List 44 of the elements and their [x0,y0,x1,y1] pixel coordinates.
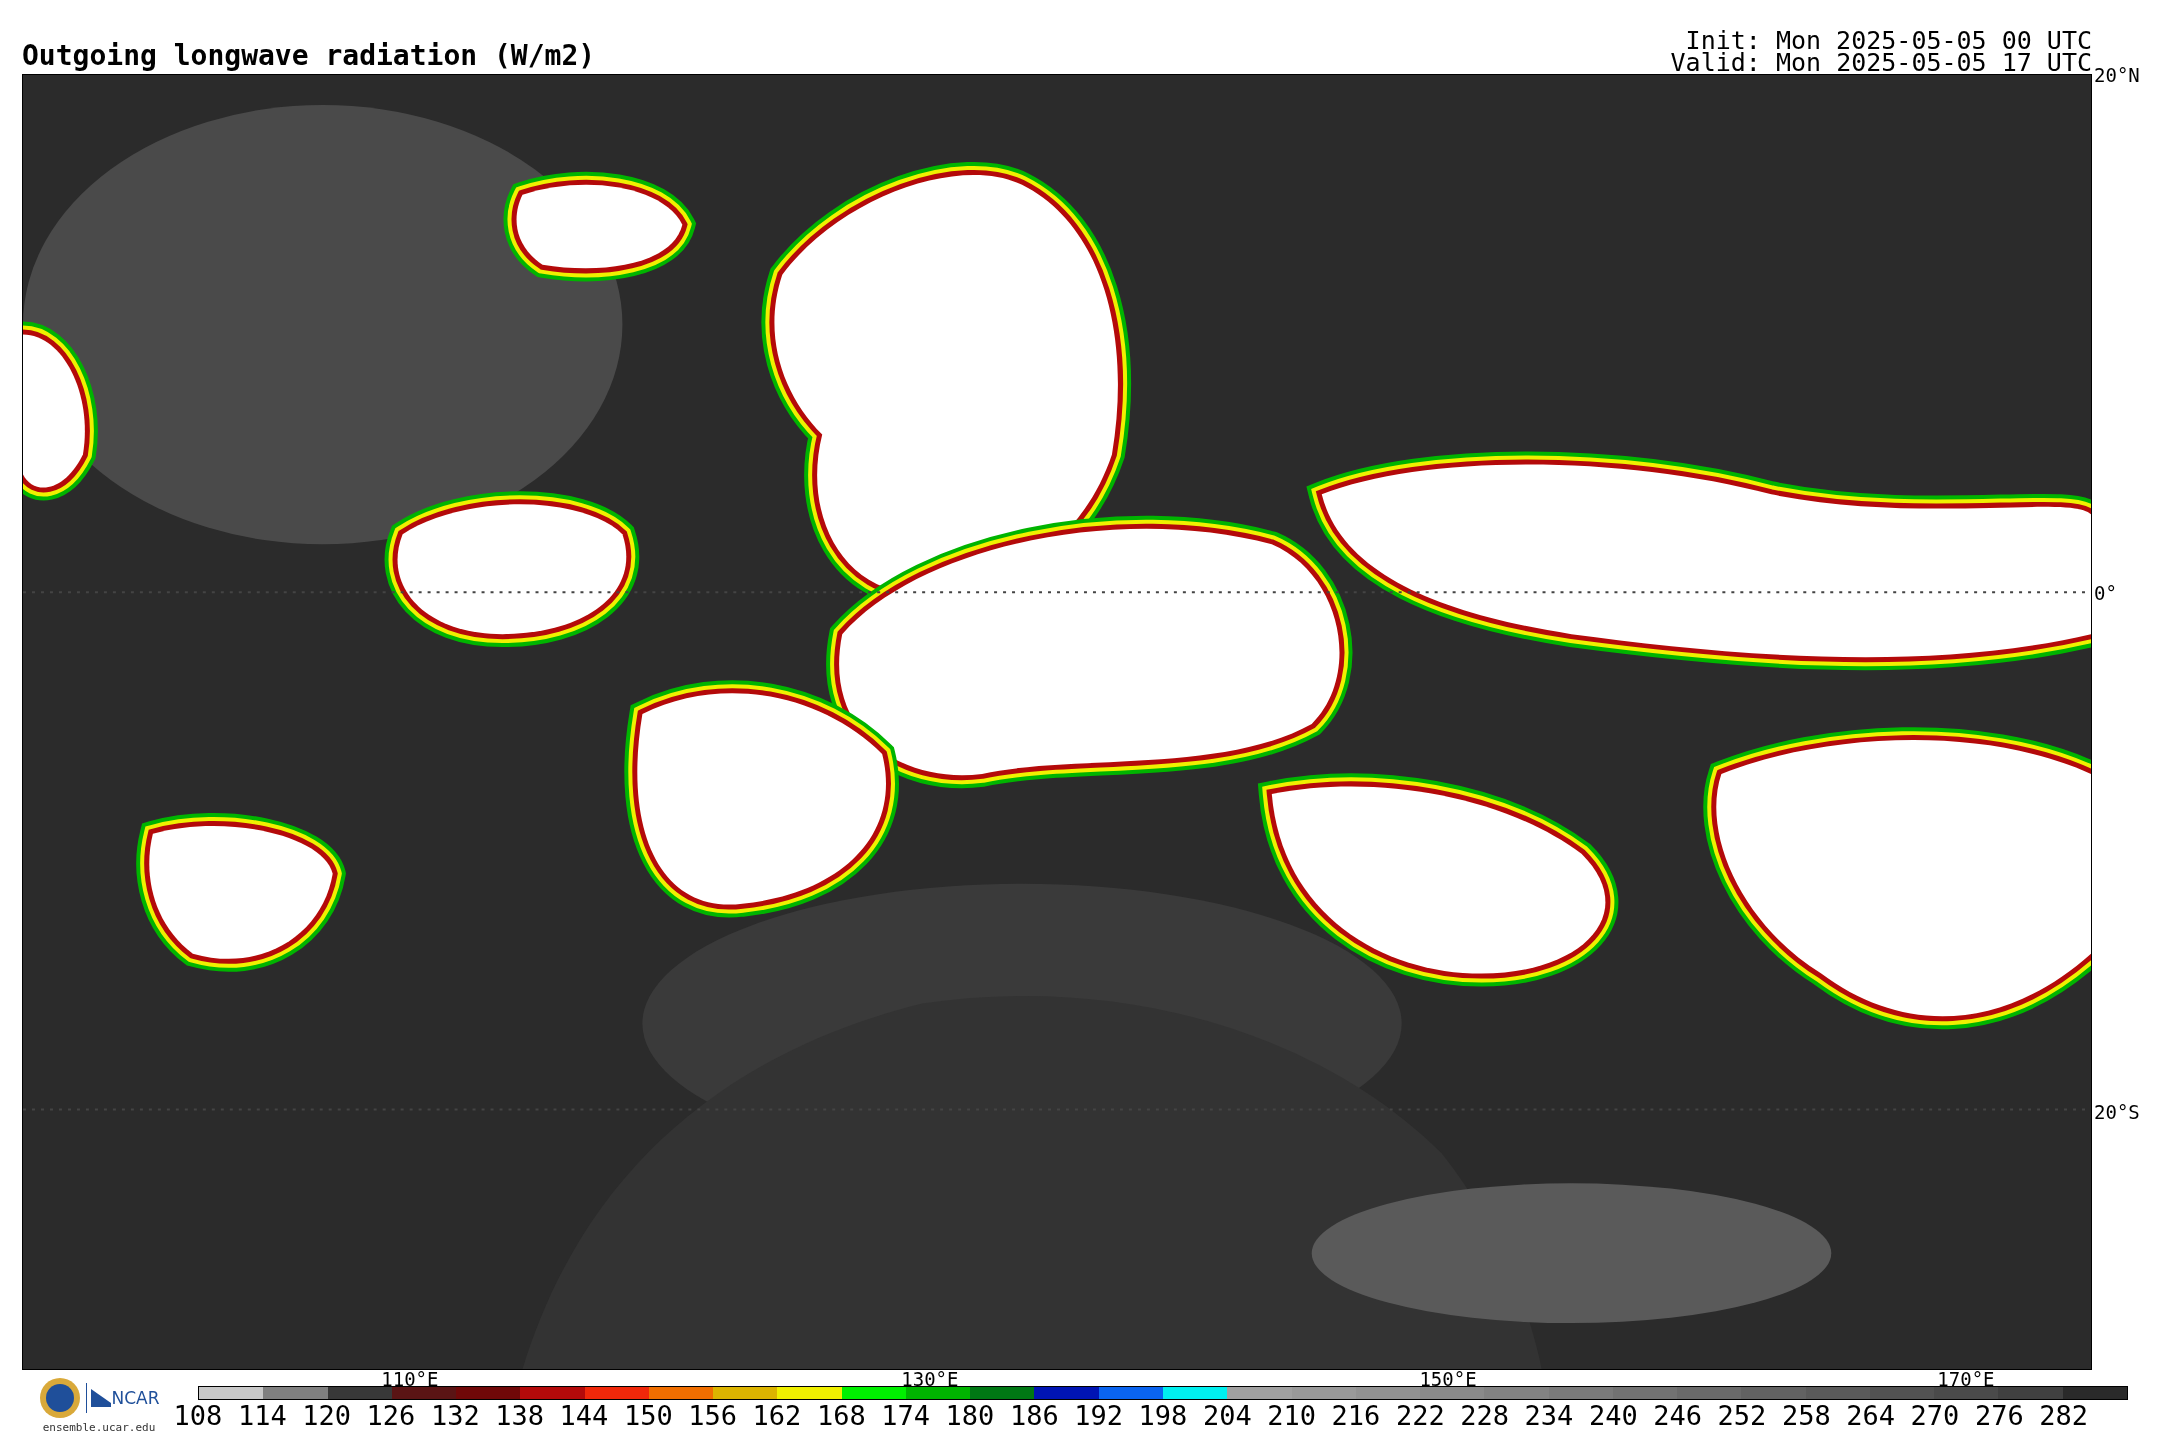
colorbar-tick-label: 174 [881,1402,931,1429]
colorbar-tick-label: 270 [1910,1402,1960,1429]
colorbar-tick-label: 198 [1138,1402,1188,1429]
seal-logo-icon [38,1376,83,1420]
colorbar-tick-label: 168 [816,1402,866,1429]
colorbar-tick-label: 222 [1395,1402,1445,1429]
site-url: ensemble.ucar.edu [42,1422,156,1433]
colorbar-tick-label: 156 [688,1402,738,1429]
latitude-label: 0° [2094,584,2117,604]
ncar-logo-icon [91,1389,112,1407]
latitude-label: 20°N [2094,66,2140,85]
longitude-label: 110°E [381,1370,439,1389]
colorbar-tick-label: 162 [752,1402,802,1429]
longitude-label: 170°E [1937,1370,1995,1389]
colorbar-tick-label: 246 [1653,1402,1703,1429]
colorbar-tick-label: 282 [2039,1402,2089,1429]
colorbar-tick-label: 186 [1009,1402,1059,1429]
longitude-label: 130°E [901,1370,959,1389]
colorbar-tick-label: 210 [1267,1402,1317,1429]
colorbar-tick-label: 234 [1524,1402,1574,1429]
colorbar-tick-label: 258 [1781,1402,1831,1429]
colorbar-tick-label: 204 [1202,1402,1252,1429]
colorbar-tick-label: 138 [495,1402,545,1429]
colorbar-tick-label: 114 [237,1402,287,1429]
colorbar-tick-label: 180 [945,1402,995,1429]
colorbar-tick-label: 120 [302,1402,352,1429]
colorbar-tick-label: 264 [1846,1402,1896,1429]
colorbar-tick-label: 240 [1588,1402,1638,1429]
colorbar-tick-label: 276 [1974,1402,2024,1429]
init-time: Init: Mon 2025-05-05 00 UTC [1685,30,2092,52]
colorbar-tick-label: 192 [1074,1402,1124,1429]
longitude-label: 150°E [1419,1370,1477,1389]
colorbar-tick-label: 144 [559,1402,609,1429]
colorbar-tick-label: 150 [623,1402,673,1429]
colorbar-tick-label: 126 [366,1402,416,1429]
colorbar-tick-label: 108 [173,1402,223,1429]
chart-title: Outgoing longwave radiation (W/m2) [22,42,596,74]
colorbar-tick-label: 252 [1717,1402,1767,1429]
ncar-logo-text: NCAR [111,1389,160,1407]
latitude-label: 20°S [2094,1102,2140,1122]
colorbar-tick-label: 228 [1460,1402,1510,1429]
valid-time: Valid: Mon 2025-05-05 17 UTC [1670,52,2092,74]
colorbar-tick-label: 132 [430,1402,480,1429]
colorbar-tick-label: 216 [1331,1402,1381,1429]
